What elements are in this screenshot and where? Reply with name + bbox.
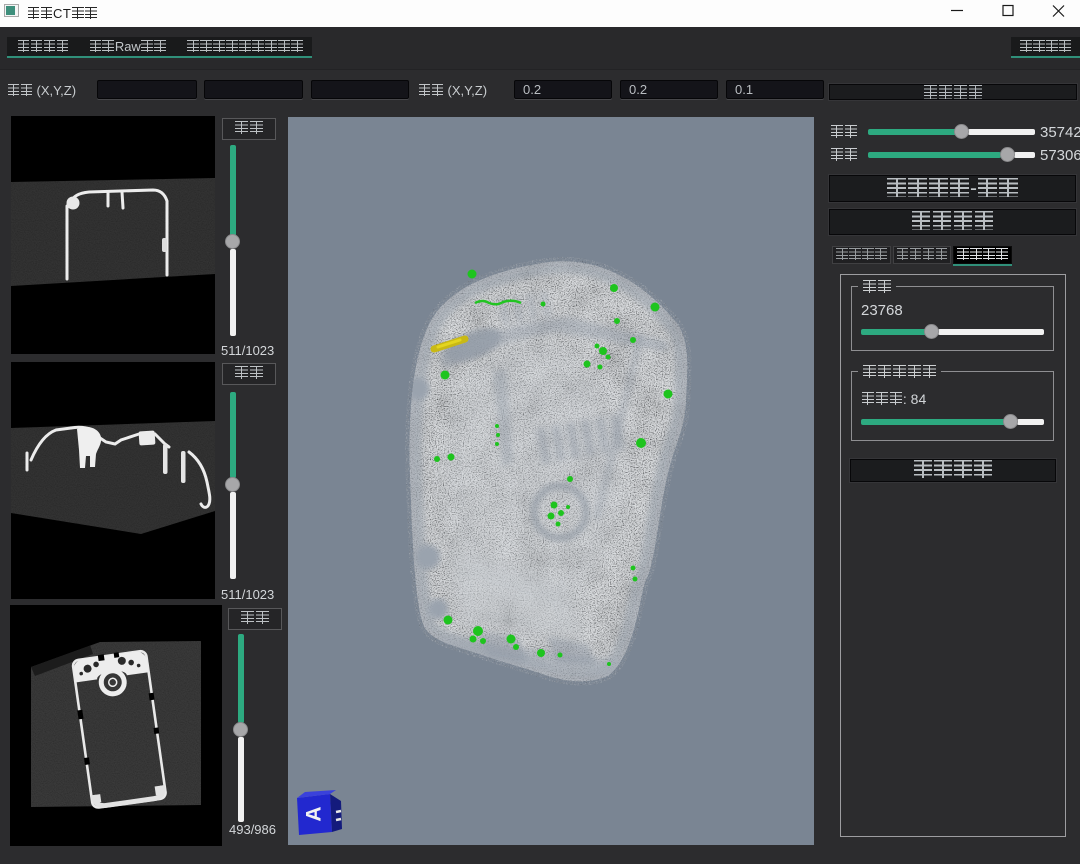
svg-text:A: A [303, 806, 326, 821]
